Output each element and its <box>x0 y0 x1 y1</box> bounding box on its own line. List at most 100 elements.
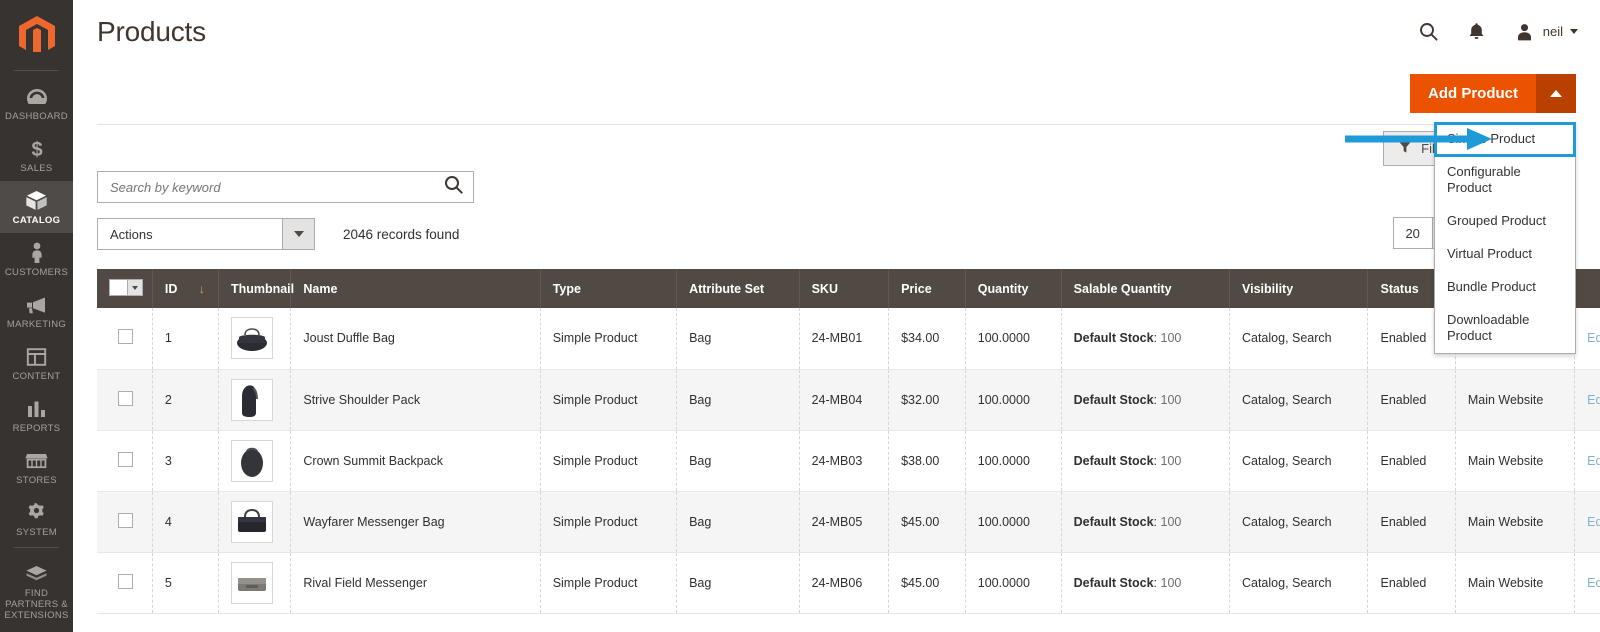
cell-salable-quantity: Default Stock: 100 <box>1061 369 1230 431</box>
sidebar-item-sales[interactable]: $ SALES <box>0 129 73 181</box>
select-all-checkbox[interactable] <box>110 280 127 295</box>
mass-actions-arrow[interactable] <box>282 219 314 249</box>
cell-id: 5 <box>152 552 219 614</box>
add-product-dropdown-toggle[interactable] <box>1536 74 1576 113</box>
sidebar-item-stores[interactable]: STORES <box>0 441 73 493</box>
table-row[interactable]: 4 Wayfarer Messenger Bag Simple Product … <box>97 491 1600 553</box>
table-row[interactable]: 1 Joust Duffle Bag Simple Product Bag 24… <box>97 308 1600 370</box>
cell-name[interactable]: Crown Summit Backpack <box>290 430 541 492</box>
cell-name[interactable]: Strive Shoulder Pack <box>290 369 541 431</box>
sidebar-item-label: SYSTEM <box>16 527 57 538</box>
messenger-bag-thumbnail <box>230 500 273 543</box>
row-checkbox-cell[interactable] <box>97 552 153 614</box>
keyword-search-row <box>97 171 1576 205</box>
col-salable-quantity[interactable]: Salable Quantity <box>1061 269 1230 308</box>
cell-status: Enabled <box>1367 491 1456 553</box>
cell-salable-quantity: Default Stock: 100 <box>1061 552 1230 614</box>
bar-chart-icon <box>25 397 49 420</box>
row-checkbox-cell[interactable] <box>97 430 153 492</box>
mass-actions-select[interactable]: Actions <box>97 218 315 250</box>
menu-item-virtual-product[interactable]: Virtual Product <box>1435 238 1575 271</box>
edit-link[interactable]: Edit <box>1587 393 1600 407</box>
sidebar-item-customers[interactable]: CUSTOMERS <box>0 233 73 285</box>
cell-sku: 24-MB05 <box>799 491 890 553</box>
row-checkbox[interactable] <box>117 451 133 467</box>
search-icon[interactable] <box>1418 21 1440 43</box>
search-icon[interactable] <box>444 175 463 199</box>
cell-quantity: 100.0000 <box>965 491 1062 553</box>
search-input[interactable] <box>110 179 444 195</box>
edit-link[interactable]: Edit <box>1587 515 1600 529</box>
stock-source-label: Default Stock <box>1073 453 1154 468</box>
cell-name[interactable]: Joust Duffle Bag <box>290 308 541 370</box>
col-name[interactable]: Name <box>290 269 541 308</box>
edit-link[interactable]: Edit <box>1587 576 1600 590</box>
add-product-button[interactable]: Add Product <box>1410 74 1536 113</box>
select-all-arrow[interactable] <box>127 280 142 295</box>
row-checkbox[interactable] <box>117 573 133 589</box>
cell-attribute-set: Bag <box>676 308 800 370</box>
edit-link[interactable]: Edit <box>1587 454 1600 468</box>
page-header: Products neil <box>73 0 1600 63</box>
layout-page-icon <box>25 345 49 368</box>
table-row[interactable]: 5 Rival Field Messenger Simple Product B… <box>97 552 1600 614</box>
col-sku[interactable]: SKU <box>799 269 890 308</box>
menu-item-grouped-product[interactable]: Grouped Product <box>1435 205 1575 238</box>
cell-quantity: 100.0000 <box>965 369 1062 431</box>
cell-price: $38.00 <box>888 430 966 492</box>
sidebar-item-content[interactable]: CONTENT <box>0 337 73 389</box>
col-attribute-set[interactable]: Attribute Set <box>676 269 800 308</box>
table-row[interactable]: 3 Crown Summit Backpack Simple Product B… <box>97 430 1600 492</box>
menu-item-downloadable-product[interactable]: Downloadable Product <box>1435 304 1575 353</box>
bell-icon[interactable] <box>1466 21 1488 43</box>
user-menu[interactable]: neil <box>1514 21 1578 43</box>
search-box[interactable] <box>97 171 474 203</box>
grid-filter-row: Filters Default V <box>97 125 1576 171</box>
row-checkbox[interactable] <box>117 512 133 528</box>
cell-name[interactable]: Wayfarer Messenger Bag <box>290 491 541 553</box>
cell-type: Simple Product <box>540 430 678 492</box>
sidebar-item-reports[interactable]: REPORTS <box>0 389 73 441</box>
col-type[interactable]: Type <box>540 269 678 308</box>
sidebar-item-find-partners-extensions[interactable]: FIND PARTNERS & EXTENSIONS <box>0 554 73 628</box>
sidebar-item-catalog[interactable]: CATALOG <box>0 181 73 233</box>
col-price[interactable]: Price <box>888 269 966 308</box>
records-found-label: 2046 records found <box>343 226 460 242</box>
cell-name[interactable]: Rival Field Messenger <box>290 552 541 614</box>
select-all-checkbox-dropdown[interactable] <box>109 279 143 296</box>
menu-item-simple-product[interactable]: Simple Product <box>1434 122 1576 157</box>
col-quantity[interactable]: Quantity <box>965 269 1062 308</box>
table-header-row: ID ↓ Thumbnail Name Type Attribute Set S… <box>97 269 1600 308</box>
header-actions: neil <box>1418 0 1578 63</box>
cell-status: Enabled <box>1367 552 1456 614</box>
cell-action: Edit <box>1574 491 1600 553</box>
row-checkbox-cell[interactable] <box>97 369 153 431</box>
row-checkbox-cell[interactable] <box>97 491 153 553</box>
col-visibility[interactable]: Visibility <box>1229 269 1369 308</box>
cell-id: 3 <box>152 430 219 492</box>
edit-link[interactable]: Edit <box>1587 331 1600 345</box>
row-checkbox[interactable] <box>117 390 133 406</box>
cell-attribute-set: Bag <box>676 491 800 553</box>
col-select-all[interactable] <box>97 269 153 308</box>
menu-item-configurable-product[interactable]: Configurable Product <box>1435 156 1575 205</box>
row-checkbox-cell[interactable] <box>97 308 153 370</box>
magento-logo[interactable] <box>17 14 57 58</box>
col-thumbnail[interactable]: Thumbnail <box>218 269 294 308</box>
stock-source-label: Default Stock <box>1073 514 1154 529</box>
sidebar-item-system[interactable]: SYSTEM <box>0 493 73 545</box>
menu-item-bundle-product[interactable]: Bundle Product <box>1435 271 1575 304</box>
sidebar-item-label: FIND PARTNERS & EXTENSIONS <box>4 588 69 621</box>
sidebar-item-marketing[interactable]: MARKETING <box>0 285 73 337</box>
stock-colon: : <box>1153 392 1161 407</box>
col-id[interactable]: ID ↓ <box>152 269 219 308</box>
row-checkbox[interactable] <box>117 329 133 345</box>
cell-thumbnail <box>218 430 292 492</box>
sidebar-item-dashboard[interactable]: DASHBOARD <box>0 77 73 129</box>
stock-value: 100 <box>1160 453 1182 468</box>
products-grid: ID ↓ Thumbnail Name Type Attribute Set S… <box>97 269 1600 614</box>
cell-status: Enabled <box>1367 430 1456 492</box>
shoulder-pack-thumbnail <box>230 378 273 421</box>
table-row[interactable]: 2 Strive Shoulder Pack Simple Product Ba… <box>97 369 1600 431</box>
sidebar-item-label: DASHBOARD <box>5 111 68 122</box>
